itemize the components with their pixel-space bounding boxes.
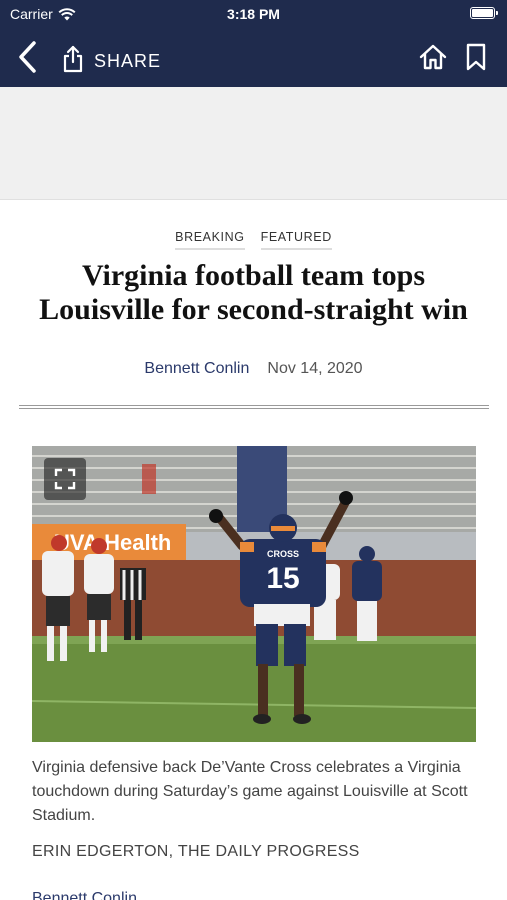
article-tags: BREAKING FEATURED: [0, 230, 507, 250]
publish-date: Nov 14, 2020: [267, 360, 363, 377]
chevron-left-icon: [19, 41, 36, 73]
divider-rule-top: [19, 405, 489, 406]
tag-featured[interactable]: FEATURED: [260, 230, 332, 250]
home-icon: [419, 44, 447, 70]
author-link[interactable]: Bennett Conlin: [144, 360, 249, 378]
tag-breaking[interactable]: BREAKING: [175, 230, 245, 250]
photo-credit: ERIN EDGERTON, THE DAILY PROGRESS: [32, 843, 360, 860]
divider-rule-bottom: [19, 408, 489, 409]
share-button[interactable]: SHARE: [62, 42, 161, 76]
nav-bar: SHARE: [0, 28, 507, 87]
ad-placeholder: [0, 87, 507, 200]
photo-caption: Virginia defensive back De’Vante Cross c…: [32, 759, 468, 824]
expand-photo-button[interactable]: [44, 458, 86, 500]
article-headline: Virginia football team tops Louisville f…: [39, 259, 468, 326]
photo-jersey-name: CROSS: [267, 549, 299, 559]
photo-jersey-number: 15: [266, 562, 299, 595]
app-header: Carrier 3:18 PM SHARE: [0, 0, 507, 87]
share-icon: [63, 45, 83, 73]
bookmark-button[interactable]: [462, 42, 490, 72]
byline: Bennett Conlin Nov 14, 2020: [0, 360, 507, 378]
status-bar: Carrier 3:18 PM: [0, 0, 507, 28]
photo-illustration: UVA Health CROSS 15: [32, 446, 476, 742]
back-button[interactable]: [14, 40, 42, 74]
bookmark-icon: [466, 43, 486, 71]
battery-icon: [470, 7, 498, 19]
photo-banner-text: UVA Health: [54, 530, 171, 555]
article-photo[interactable]: UVA Health CROSS 15: [32, 446, 476, 742]
body-author-link[interactable]: Bennett Conlin: [32, 890, 137, 900]
home-button[interactable]: [418, 42, 448, 72]
clock: 3:18 PM: [227, 6, 280, 22]
share-label: SHARE: [94, 50, 162, 71]
fullscreen-icon: [54, 468, 76, 490]
